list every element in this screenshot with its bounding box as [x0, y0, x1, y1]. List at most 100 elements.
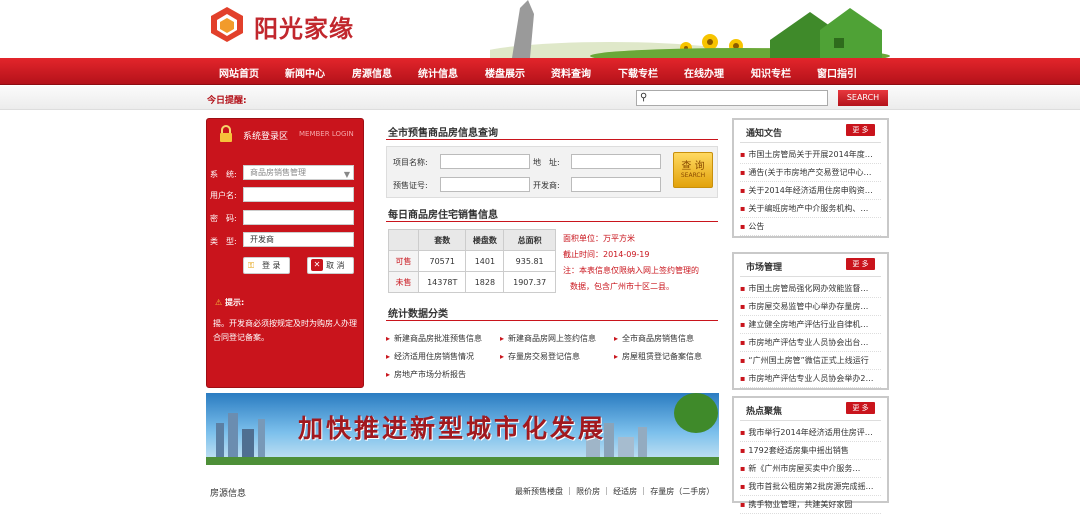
developer-input[interactable]: [571, 177, 661, 192]
nav-home[interactable]: 网站首页: [219, 65, 259, 80]
side-panel-notices: 通知文告 更 多 市国土房管局关于开展2014年度… 通告(关于市房地产交易登记…: [732, 118, 889, 238]
cell-buildings: 1828: [465, 271, 505, 293]
project-name-input[interactable]: [440, 154, 530, 169]
note-scope: 注：本表信息仅限纳入网上签约管理的: [563, 266, 699, 275]
more-button[interactable]: 更 多: [846, 258, 875, 270]
query-divider: [386, 139, 718, 140]
stat-link[interactable]: 房屋租赁登记备案信息: [614, 351, 702, 362]
note-date: 截止时间：2014-09-19: [563, 250, 650, 259]
side-panel-market: 市场管理 更 多 市国土房管局强化网办效能监督… 市房屋交易监管中心举办存量房……: [732, 252, 889, 390]
list-item[interactable]: 通告(关于市房地产交易登记中心…: [740, 164, 881, 182]
nav-statistics[interactable]: 统计信息: [418, 65, 458, 80]
banner-text: 加快推进新型城市化发展: [298, 414, 607, 443]
list-item[interactable]: 关于2014年经济适用住房申购资…: [740, 182, 881, 200]
list-item[interactable]: 携手物业管理，共建美好家园: [740, 496, 881, 514]
chevron-down-icon: ▼: [343, 170, 350, 179]
list-item[interactable]: 公告: [740, 218, 881, 236]
login-subtitle: MEMBER LOGIN: [299, 130, 354, 138]
query-form: 项目名称: 地 址: 预售证号: 开发商: 查 询 SEARCH: [386, 146, 718, 198]
table-header-cell: 套数: [417, 229, 467, 251]
divider: [740, 420, 881, 421]
query-button[interactable]: 查 询 SEARCH: [673, 152, 713, 188]
stat-link[interactable]: 新建商品房网上签约信息: [500, 333, 596, 344]
tip-text: 揚。开发商必须按规定及时为购房人办理合同登记备案。: [213, 319, 357, 342]
nav-knowledge[interactable]: 知识专栏: [751, 65, 791, 80]
cell-sets: 14378T: [417, 271, 467, 293]
cancel-button-label: 取 消: [326, 261, 345, 270]
stat-link[interactable]: 经济适用住房销售情况: [386, 351, 474, 362]
more-button[interactable]: 更 多: [846, 402, 875, 414]
list-item[interactable]: 1792套经适房集中摇出销售: [740, 442, 881, 460]
nav-news[interactable]: 新闻中心: [285, 65, 325, 80]
row-label: 未售: [388, 271, 419, 293]
lock-icon: [220, 125, 232, 142]
table-header-cell: [388, 229, 419, 251]
list-item[interactable]: 我市首批公租房第2批房源完成摇…: [740, 478, 881, 496]
side-panel-hot: 热点聚焦 更 多 我市举行2014年经济适用住房评… 1792套经适房集中摇出销…: [732, 396, 889, 514]
note-unit: 面积单位：万平方米: [563, 234, 635, 243]
cell-area: 1907.37: [503, 271, 556, 293]
divider: [740, 142, 881, 143]
password-input[interactable]: [243, 210, 354, 225]
list-item[interactable]: 我市举行2014年经济适用住房评…: [740, 424, 881, 442]
stat-link[interactable]: 存量房交易登记信息: [500, 351, 580, 362]
nav-listings[interactable]: 房源信息: [352, 65, 392, 80]
nav-documents[interactable]: 资料查询: [551, 65, 591, 80]
table-row: 未售 14378T 1828 1907.37: [388, 271, 556, 293]
list-item[interactable]: “广州国土房管”微信正式上线运行: [740, 352, 881, 370]
side-title: 热点聚焦: [746, 407, 783, 417]
sales-title: 每日商品房住宅销售信息: [388, 210, 498, 221]
list-item[interactable]: 市房地产评估专业人员协会出台…: [740, 334, 881, 352]
house-info-tab[interactable]: 房源信息: [210, 486, 246, 499]
login-panel: 系统登录区 MEMBER LOGIN 系 统: 商品房销售管理 ▼ 用户名: 密…: [206, 118, 364, 388]
permit-input[interactable]: [440, 177, 530, 192]
header-decoration-image: [490, 0, 890, 58]
list-item[interactable]: 建立健全房地产评估行业自律机…: [740, 316, 881, 334]
promo-banner[interactable]: 加快推进新型城市化发展: [206, 393, 719, 465]
list-item[interactable]: 市国土房管局强化网办效能监督…: [740, 280, 881, 298]
hot-list: 我市举行2014年经济适用住房评… 1792套经适房集中摇出销售 新《广州市房屋…: [740, 424, 881, 514]
stat-link[interactable]: 新建商品房批准预售信息: [386, 333, 482, 344]
list-item[interactable]: 关于编班房地产中介服务机构、…: [740, 200, 881, 218]
query-title: 全市预售商品房信息查询: [388, 128, 498, 139]
login-button[interactable]: ⚿ 登 录: [243, 257, 290, 274]
notice-bar: 今日提醒: ⚲ SEARCH: [0, 86, 1080, 110]
login-title: 系统登录区: [243, 132, 289, 142]
logo-icon: [211, 7, 243, 42]
nav-online-service[interactable]: 在线办理: [684, 65, 724, 80]
site-header: 阳光家缘: [0, 0, 1080, 58]
search-input[interactable]: ⚲: [636, 90, 828, 106]
list-item[interactable]: 新《广州市房屋买卖中介服务…: [740, 460, 881, 478]
list-item[interactable]: 市房屋交易监管中心举办存量房…: [740, 298, 881, 316]
type-input[interactable]: 开发商: [243, 232, 354, 247]
watermark-text: 大数跨境: [27, 474, 92, 493]
username-input[interactable]: [243, 187, 354, 202]
cell-buildings: 1401: [465, 250, 505, 272]
more-button[interactable]: 更 多: [846, 124, 875, 136]
cancel-button[interactable]: ✕ 取 消: [307, 257, 354, 274]
system-select[interactable]: 商品房销售管理 ▼: [243, 165, 354, 180]
table-header-cell: 楼盘数: [465, 229, 505, 251]
side-title: 通知文告: [746, 129, 783, 139]
stats-divider: [386, 320, 718, 321]
nav-downloads[interactable]: 下载专栏: [618, 65, 658, 80]
house-info-links[interactable]: 最新预售楼盘 ｜ 限价房 ｜ 经适房 ｜ 存量房（二手房）: [515, 486, 714, 497]
stat-link[interactable]: 房地产市场分析报告: [386, 369, 466, 380]
nav-guide[interactable]: 窗口指引: [817, 65, 857, 80]
username-label: 用户名:: [210, 191, 237, 200]
search-button[interactable]: SEARCH: [838, 90, 888, 106]
tip-title: 提示:: [224, 298, 245, 307]
address-input[interactable]: [571, 154, 661, 169]
nav-projects[interactable]: 楼盘展示: [485, 65, 525, 80]
site-title[interactable]: 阳光家缘: [254, 9, 354, 44]
cell-area: 935.81: [503, 250, 556, 272]
list-item[interactable]: 市房地产评估专业人员协会举办2…: [740, 370, 881, 388]
table-header-cell: 总面积: [503, 229, 556, 251]
login-button-label: 登 录: [262, 261, 281, 270]
list-item[interactable]: 市国土房管局关于开展2014年度…: [740, 146, 881, 164]
system-select-value: 商品房销售管理: [250, 168, 306, 177]
watermark-logo-icon: ◌: [8, 474, 22, 493]
today-reminder-label: 今日提醒:: [207, 96, 247, 106]
stat-link[interactable]: 全市商品房销售信息: [614, 333, 694, 344]
close-icon: ✕: [311, 259, 323, 271]
